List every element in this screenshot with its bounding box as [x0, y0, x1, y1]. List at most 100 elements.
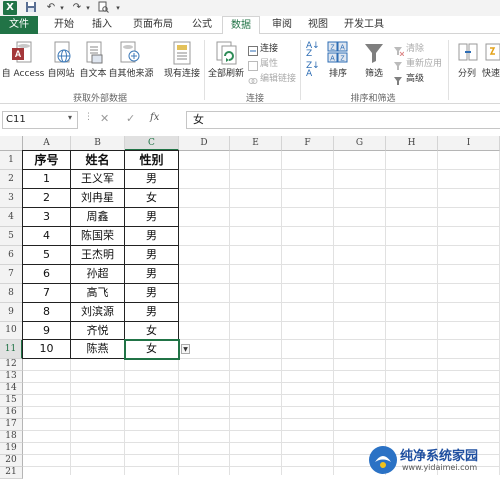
table-cell[interactable]: 3	[23, 208, 71, 227]
table-header-cell[interactable]: 序号	[23, 151, 71, 170]
row-header-19[interactable]: 19	[0, 443, 23, 455]
table-cell[interactable]: 陈国荣	[71, 227, 125, 246]
column-header-c[interactable]: C	[125, 136, 179, 151]
insert-function-button[interactable]: fx	[150, 112, 159, 123]
from-web-button[interactable]: 自网站	[44, 66, 78, 79]
filter-button[interactable]: 筛选	[362, 66, 386, 79]
flash-fill-icon[interactable]	[484, 40, 500, 66]
row-header-4[interactable]: 4	[0, 208, 23, 227]
print-preview-icon[interactable]	[96, 1, 110, 15]
refresh-all-button[interactable]: 全部刷新	[206, 66, 246, 79]
row-header-8[interactable]: 8	[0, 284, 23, 303]
tab-developer[interactable]: 开发工具	[336, 16, 392, 34]
cancel-icon[interactable]: ✕	[100, 112, 109, 125]
row-header-5[interactable]: 5	[0, 227, 23, 246]
dropdown-list-icon[interactable]: ▼	[181, 344, 190, 354]
table-cell[interactable]: 刘滨源	[71, 303, 125, 322]
table-cell[interactable]: 刘冉星	[71, 189, 125, 208]
table-cell[interactable]: 2	[23, 189, 71, 208]
table-cell[interactable]: 王杰明	[71, 246, 125, 265]
column-header-f[interactable]: F	[282, 136, 334, 151]
active-cell-c11[interactable]	[124, 339, 180, 360]
table-cell[interactable]: 高飞	[71, 284, 125, 303]
save-icon[interactable]	[24, 1, 38, 15]
excel-app-icon[interactable]: X	[3, 1, 17, 15]
table-cell[interactable]: 孙超	[71, 265, 125, 284]
row-header-6[interactable]: 6	[0, 246, 23, 265]
flash-fill-button[interactable]: 快速	[482, 66, 500, 79]
existing-connections-button[interactable]: 现有连接	[160, 66, 204, 79]
table-cell[interactable]: 8	[23, 303, 71, 322]
column-header-a[interactable]: A	[23, 136, 71, 151]
filter-icon[interactable]	[364, 42, 384, 64]
row-header-9[interactable]: 9	[0, 303, 23, 322]
column-header-i[interactable]: I	[438, 136, 500, 151]
sort-icon[interactable]: ZAAZ	[327, 40, 349, 66]
redo-dropdown-icon[interactable]: ▾	[84, 1, 92, 15]
table-header-cell[interactable]: 姓名	[71, 151, 125, 170]
column-header-g[interactable]: G	[334, 136, 386, 151]
tab-page-layout[interactable]: 页面布局	[124, 16, 182, 34]
table-cell[interactable]: 王义军	[71, 170, 125, 189]
column-header-b[interactable]: B	[71, 136, 125, 151]
table-cell[interactable]: 齐悦	[71, 322, 125, 340]
tab-review[interactable]: 审阅	[264, 16, 300, 34]
row-header-20[interactable]: 20	[0, 455, 23, 467]
text-file-icon[interactable]	[82, 40, 106, 66]
table-cell[interactable]: 9	[23, 322, 71, 340]
column-header-e[interactable]: E	[230, 136, 282, 151]
text-to-columns-button[interactable]: 分列	[454, 66, 480, 79]
tab-formulas[interactable]: 公式	[184, 16, 220, 34]
name-box[interactable]: C11	[2, 111, 78, 129]
row-header-16[interactable]: 16	[0, 407, 23, 419]
connections-button[interactable]: 连接	[260, 41, 278, 54]
tab-view[interactable]: 视图	[300, 16, 336, 34]
tab-insert[interactable]: 插入	[84, 16, 120, 34]
table-cell[interactable]: 4	[23, 227, 71, 246]
name-box-dropdown-icon[interactable]: ▾	[68, 113, 72, 122]
table-cell[interactable]: 男	[125, 284, 179, 303]
row-header-14[interactable]: 14	[0, 383, 23, 395]
row-header-10[interactable]: 10	[0, 322, 23, 340]
from-other-sources-button[interactable]: 自其他来源	[108, 66, 154, 79]
connections-icon[interactable]	[248, 41, 258, 56]
column-header-h[interactable]: H	[386, 136, 438, 151]
existing-connections-icon[interactable]	[170, 40, 194, 66]
table-cell[interactable]: 女	[125, 322, 179, 340]
table-cell[interactable]: 男	[125, 246, 179, 265]
sort-za-icon[interactable]: Z↓ A	[306, 62, 322, 79]
text-to-columns-icon[interactable]	[458, 40, 478, 66]
from-text-button[interactable]: 自文本	[76, 66, 110, 79]
table-cell[interactable]: 7	[23, 284, 71, 303]
other-sources-icon[interactable]	[118, 40, 142, 66]
row-header-3[interactable]: 3	[0, 189, 23, 208]
table-cell[interactable]: 陈燕	[71, 340, 125, 359]
row-header-17[interactable]: 17	[0, 419, 23, 431]
customize-toolbar-icon[interactable]: ▾	[114, 1, 122, 15]
table-cell[interactable]: 男	[125, 303, 179, 322]
sort-button[interactable]: 排序	[326, 66, 350, 79]
row-header-1[interactable]: 1	[0, 151, 23, 170]
row-header-18[interactable]: 18	[0, 431, 23, 443]
from-access-button[interactable]: 自 Access	[0, 66, 46, 79]
row-header-15[interactable]: 15	[0, 395, 23, 407]
row-header-7[interactable]: 7	[0, 265, 23, 284]
table-cell[interactable]: 6	[23, 265, 71, 284]
formula-input[interactable]: 女	[186, 111, 500, 129]
tab-data[interactable]: 数据	[222, 16, 260, 35]
table-cell[interactable]: 男	[125, 208, 179, 227]
web-icon[interactable]	[50, 40, 74, 66]
tab-file[interactable]: 文件	[0, 16, 38, 34]
row-header-2[interactable]: 2	[0, 170, 23, 189]
advanced-button[interactable]: 高级	[406, 71, 424, 84]
access-database-icon[interactable]: A	[10, 40, 34, 66]
advanced-filter-icon[interactable]	[394, 71, 404, 85]
row-header-13[interactable]: 13	[0, 371, 23, 383]
table-cell[interactable]: 男	[125, 170, 179, 189]
sort-az-icon[interactable]: A↓ Z	[306, 42, 322, 59]
table-cell[interactable]: 男	[125, 227, 179, 246]
undo-icon[interactable]: ↶	[44, 1, 58, 15]
row-header-11[interactable]: 11	[0, 340, 23, 359]
table-cell[interactable]: 周鑫	[71, 208, 125, 227]
refresh-all-icon[interactable]	[214, 40, 240, 66]
